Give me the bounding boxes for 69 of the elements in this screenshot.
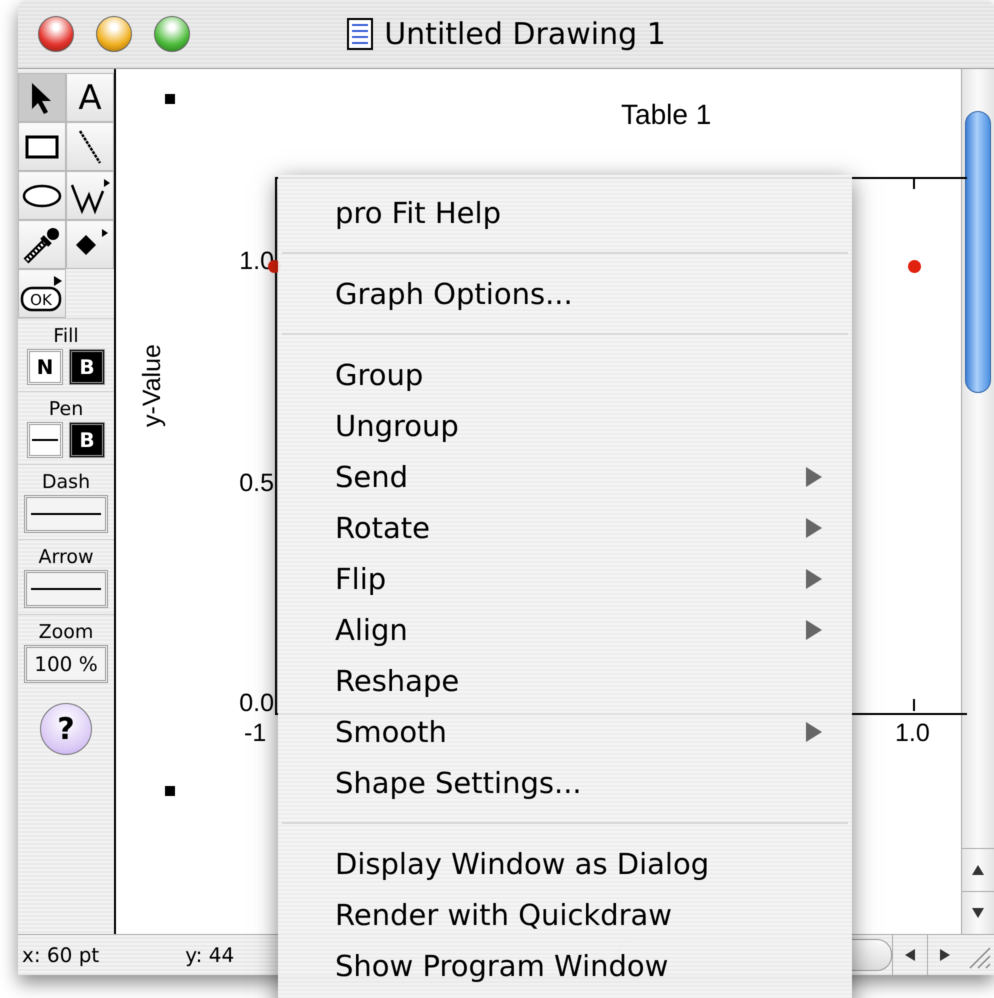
y-tick-label: 0.5 — [239, 469, 274, 498]
menu-item[interactable]: Graph Options... — [278, 268, 852, 319]
submenu-arrow-icon — [804, 566, 824, 590]
help-button[interactable]: ? — [40, 703, 92, 755]
fill-label: Fill — [53, 325, 79, 347]
menu-item[interactable]: Show Program Window — [278, 940, 852, 991]
minimize-button[interactable] — [96, 16, 132, 52]
point-tool[interactable] — [66, 220, 114, 269]
menu-item[interactable]: Flip — [278, 553, 852, 604]
y-axis-label: y-Value — [138, 344, 167, 427]
dash-label: Dash — [42, 471, 90, 493]
data-point — [908, 260, 921, 273]
pen-label: Pen — [48, 398, 84, 420]
menu-item[interactable]: Group — [278, 349, 852, 400]
right-arrow-icon — [939, 948, 951, 962]
menu-item-label: Flip — [335, 562, 386, 596]
menu-item-label: Rotate — [335, 510, 430, 544]
zoom-field[interactable]: 100 % — [24, 645, 108, 683]
menu-item-label: Smooth — [335, 714, 447, 748]
menu-item-label: Align — [335, 612, 408, 646]
menu-item[interactable]: Reshape — [278, 655, 852, 706]
oval-icon — [22, 184, 62, 208]
rectangle-tool[interactable] — [18, 122, 66, 171]
menu-item[interactable]: Ungroup — [278, 400, 852, 451]
polyline-icon — [70, 176, 110, 214]
submenu-arrow-icon — [804, 720, 824, 744]
arrow-tool[interactable] — [18, 73, 66, 122]
y-tick-label: 0.0 — [239, 689, 274, 718]
x-coordinate: x: 60 pt — [22, 943, 100, 967]
fill-swatch[interactable]: B — [69, 349, 105, 385]
pen-swatch[interactable]: B — [69, 422, 105, 458]
fill-swatch[interactable]: N — [27, 349, 63, 385]
menu-item[interactable]: Render with Quickdraw — [278, 889, 852, 940]
menu-item[interactable]: Display Window as Dialog — [278, 838, 852, 889]
rectangle-icon — [25, 134, 59, 158]
line-tool[interactable] — [66, 122, 114, 171]
line-icon — [77, 128, 103, 166]
selection-handle[interactable] — [165, 786, 175, 796]
zoom-button[interactable] — [154, 16, 190, 52]
up-arrow-icon — [971, 864, 985, 876]
scrollbar-thumb[interactable] — [965, 111, 991, 393]
polyline-tool[interactable] — [66, 171, 114, 220]
submenu-arrow-icon — [804, 464, 824, 488]
arrow-selector[interactable] — [24, 570, 108, 608]
menu-item[interactable]: Shape Settings... — [278, 757, 852, 808]
arrow-label: Arrow — [38, 546, 94, 568]
window-title: Untitled Drawing 1 — [384, 16, 666, 52]
menu-item[interactable]: pro Fit Help — [278, 187, 852, 238]
y-coordinate: y: 44 — [185, 943, 234, 967]
left-arrow-icon — [904, 948, 916, 962]
close-button[interactable] — [38, 16, 74, 52]
menu-item[interactable]: Smooth — [278, 706, 852, 757]
oval-tool[interactable] — [18, 171, 66, 220]
eyedropper-tool[interactable] — [18, 220, 66, 269]
menu-item[interactable]: Align — [278, 604, 852, 655]
down-arrow-icon — [971, 907, 985, 919]
text-tool[interactable]: A — [66, 73, 114, 122]
submenu-arrow-icon — [804, 516, 824, 540]
dash-selector[interactable] — [24, 495, 108, 533]
pen-width-swatch[interactable] — [27, 422, 63, 458]
menu-item[interactable]: Send — [278, 451, 852, 502]
submenu-arrow-icon — [804, 618, 824, 642]
x-tick-label: -1 — [244, 719, 266, 748]
x-tick-label: 1.0 — [895, 719, 930, 748]
menu-item[interactable]: Rotate — [278, 502, 852, 553]
selection-handle[interactable] — [165, 94, 175, 104]
zoom-label: Zoom — [38, 621, 94, 643]
menu-item-label: Send — [335, 460, 408, 494]
graph-title: Table 1 — [621, 99, 712, 131]
